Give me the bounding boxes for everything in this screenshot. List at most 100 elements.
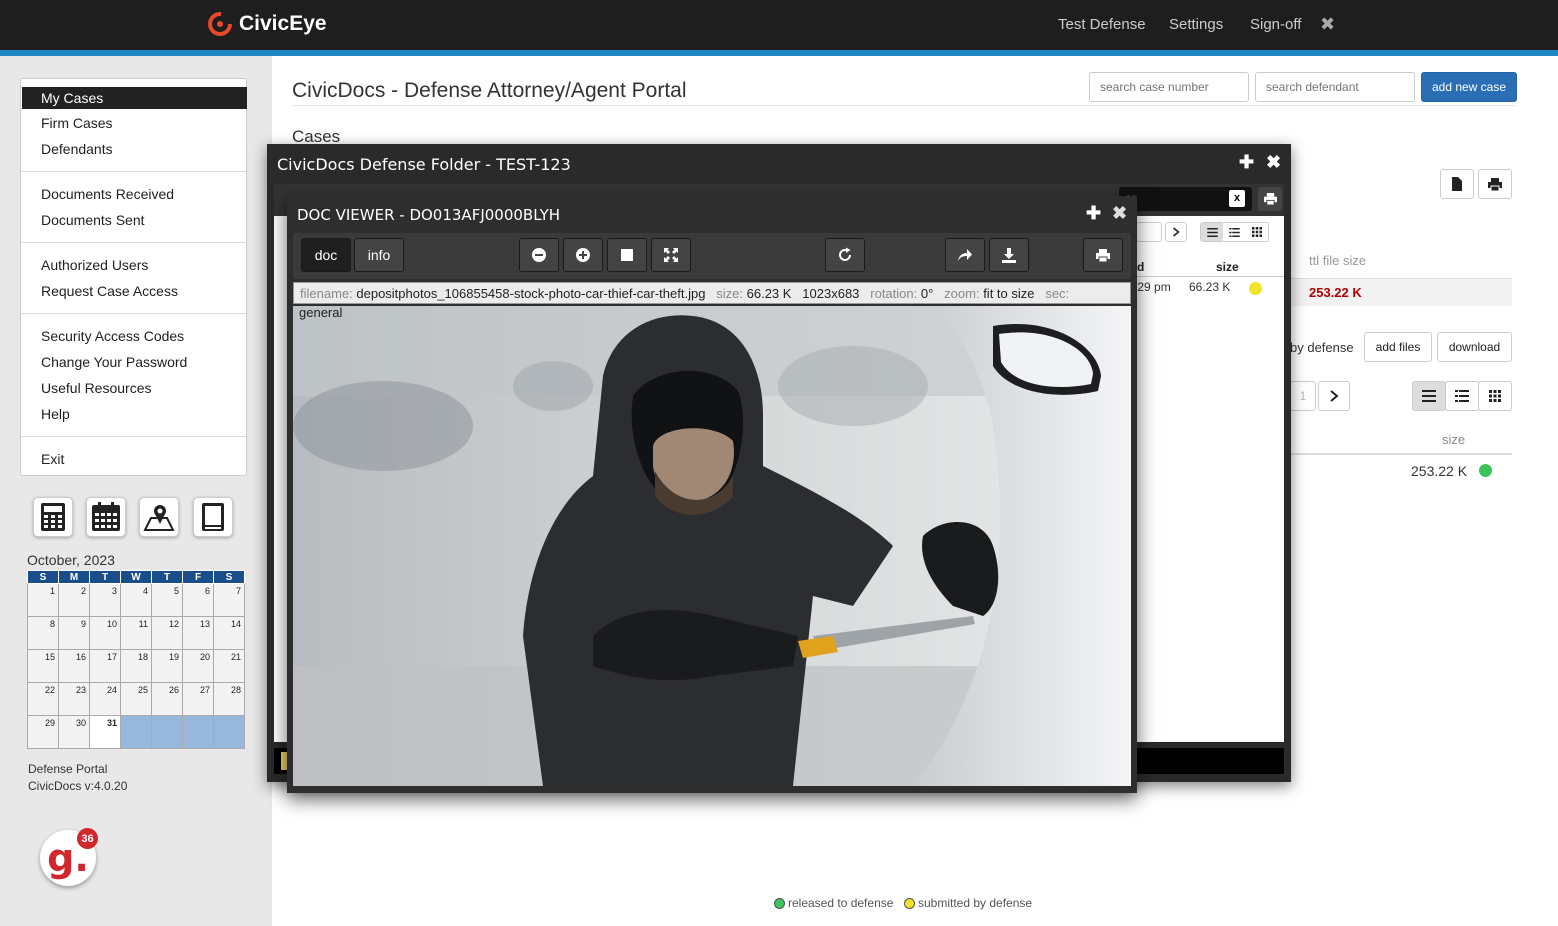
calendar-day[interactable]: 31 <box>89 715 121 749</box>
civiceye-logo[interactable]: CivicEye <box>207 11 327 37</box>
add-files-button[interactable]: add files <box>1364 332 1432 362</box>
menu-change-password[interactable]: Change Your Password <box>41 354 187 370</box>
maximize-icon[interactable]: ✚ <box>1239 152 1254 173</box>
search-defendant-input[interactable] <box>1255 72 1415 102</box>
download-button[interactable] <box>989 238 1029 272</box>
calendar-day[interactable]: 2 <box>58 583 90 617</box>
calendar-day[interactable]: 3 <box>89 583 121 617</box>
rotate-icon <box>839 247 851 261</box>
menu-divider <box>21 313 246 314</box>
divider <box>1290 453 1512 455</box>
calendar-day[interactable]: 15 <box>27 649 59 683</box>
divider <box>1134 276 1284 277</box>
calendar-day[interactable]: 26 <box>151 682 183 716</box>
calendar-day[interactable]: 30 <box>58 715 90 749</box>
calendar-day[interactable]: 23 <box>58 682 90 716</box>
menu-useful-resources[interactable]: Useful Resources <box>41 380 152 396</box>
sec-value: general <box>299 305 343 320</box>
tab-info[interactable]: info <box>354 238 404 272</box>
zoom-in-button[interactable] <box>563 238 603 272</box>
calendar-day[interactable]: 11 <box>120 616 152 650</box>
calendar-day[interactable]: 13 <box>182 616 214 650</box>
calculator-icon[interactable] <box>33 497 73 537</box>
close-icon[interactable]: ✖ <box>1320 14 1335 35</box>
menu-request-case-access[interactable]: Request Case Access <box>41 283 178 299</box>
calendar-weekday: M <box>58 570 90 584</box>
menu-authorized-users[interactable]: Authorized Users <box>41 257 148 273</box>
calendar-day[interactable]: 16 <box>58 649 90 683</box>
calendar-day[interactable]: 10 <box>89 616 121 650</box>
calendar-day[interactable]: 22 <box>27 682 59 716</box>
search-case-input[interactable] <box>1089 72 1249 102</box>
calendar-icon[interactable] <box>86 497 126 537</box>
calendar-day[interactable]: 7 <box>213 583 245 617</box>
next-page-button[interactable] <box>1318 381 1350 411</box>
nav-test-defense[interactable]: Test Defense <box>1058 16 1146 33</box>
calendar-day[interactable]: 27 <box>182 682 214 716</box>
map-icon[interactable] <box>139 497 179 537</box>
menu-exit[interactable]: Exit <box>41 451 64 467</box>
next-page-button[interactable] <box>1165 222 1187 242</box>
grid-icon[interactable] <box>1246 223 1268 241</box>
zoom-out-button[interactable] <box>519 238 559 272</box>
fit-screen-button[interactable] <box>651 238 691 272</box>
maximize-icon[interactable]: ✚ <box>1086 203 1101 224</box>
calendar-day[interactable]: 5 <box>151 583 183 617</box>
calendar-day[interactable]: 17 <box>89 649 121 683</box>
released-dot <box>774 897 785 909</box>
close-icon[interactable]: ✖ <box>1266 152 1281 173</box>
menu-help[interactable]: Help <box>41 406 70 422</box>
rotate-button[interactable] <box>825 238 865 272</box>
close-icon[interactable]: ✖ <box>1112 203 1127 224</box>
page-input[interactable] <box>1136 222 1162 242</box>
legend-released: released to defense <box>774 896 893 910</box>
details-icon[interactable] <box>1223 223 1245 241</box>
calendar-day[interactable]: 24 <box>89 682 121 716</box>
menu-divider <box>21 171 246 172</box>
view-toggle[interactable] <box>1200 222 1269 242</box>
print-icon[interactable] <box>1258 187 1282 211</box>
grid-view-button[interactable] <box>1478 381 1512 411</box>
calendar-day[interactable]: 12 <box>151 616 183 650</box>
calendar-day[interactable]: 28 <box>213 682 245 716</box>
menu-my-cases[interactable]: My Cases <box>22 87 247 109</box>
calendar-day[interactable]: 9 <box>58 616 90 650</box>
list-icon[interactable] <box>1201 223 1224 241</box>
menu-security-access-codes[interactable]: Security Access Codes <box>41 328 184 344</box>
menu-documents-received[interactable]: Documents Received <box>41 186 174 202</box>
actual-size-button[interactable] <box>607 238 647 272</box>
menu-divider <box>21 436 246 437</box>
list-view-button[interactable] <box>1412 381 1446 411</box>
print-icon[interactable] <box>1478 169 1512 199</box>
calendar-day[interactable]: 8 <box>27 616 59 650</box>
calendar-day[interactable]: 29 <box>27 715 59 749</box>
menu-documents-sent[interactable]: Documents Sent <box>41 212 145 228</box>
calendar-day[interactable]: 25 <box>120 682 152 716</box>
clear-filter-button[interactable]: x <box>1229 190 1245 207</box>
calendar-day[interactable]: 6 <box>182 583 214 617</box>
calendar-day[interactable]: 4 <box>120 583 152 617</box>
mini-calendar: SMTWTFS 1 2 3 4 5 6 7 8 9 10 11 12 13 14 15 16 17 18 19 20 2… <box>27 570 245 749</box>
notification-count-badge: 36 <box>77 828 98 849</box>
share-button[interactable] <box>945 238 985 272</box>
calendar-day[interactable]: 1 <box>27 583 59 617</box>
page-input[interactable]: 1 <box>1290 381 1316 411</box>
nav-sign-off[interactable]: Sign-off <box>1250 16 1301 33</box>
calendar-day <box>120 715 152 749</box>
nav-settings[interactable]: Settings <box>1169 16 1223 33</box>
book-icon[interactable] <box>193 497 233 537</box>
download-button[interactable]: download <box>1437 332 1512 362</box>
portal-name: Defense Portal <box>28 762 108 776</box>
tab-doc[interactable]: doc <box>301 238 351 272</box>
menu-defendants[interactable]: Defendants <box>41 141 113 157</box>
add-new-case-button[interactable]: add new case <box>1421 72 1517 102</box>
calendar-day[interactable]: 20 <box>182 649 214 683</box>
menu-firm-cases[interactable]: Firm Cases <box>41 115 113 131</box>
calendar-day[interactable]: 21 <box>213 649 245 683</box>
file-icon[interactable] <box>1440 169 1474 199</box>
detail-view-button[interactable] <box>1445 381 1479 411</box>
calendar-day[interactable]: 14 <box>213 616 245 650</box>
print-button[interactable] <box>1083 238 1123 272</box>
calendar-day[interactable]: 18 <box>120 649 152 683</box>
calendar-day[interactable]: 19 <box>151 649 183 683</box>
